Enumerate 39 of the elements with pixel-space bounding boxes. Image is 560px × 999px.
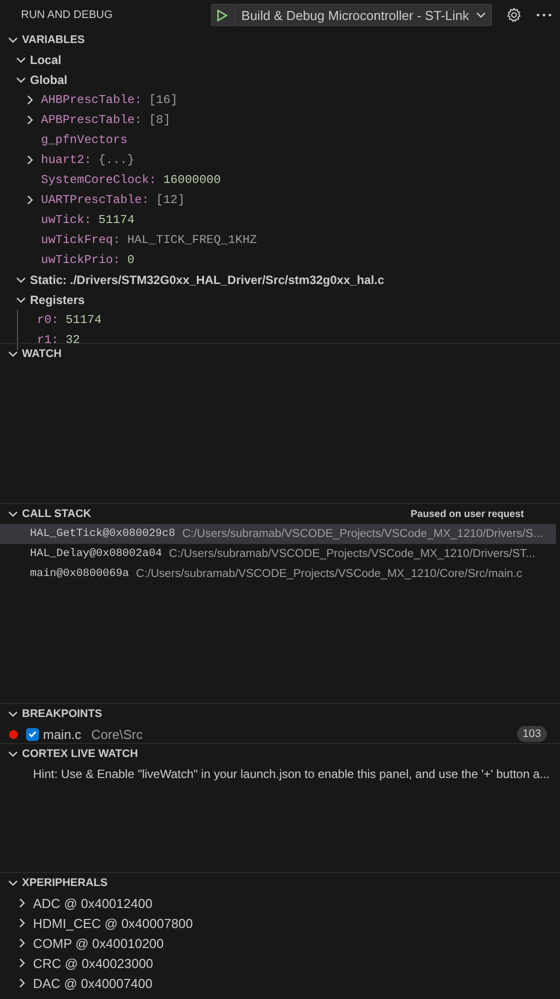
section-header[interactable]: XPERIPHERALS [0,873,560,893]
variable-item[interactable]: UARTPrescTable: [12] [0,190,560,210]
variable-item[interactable]: g_pfnVectors [0,130,560,150]
section-header[interactable]: VARIABLES [0,30,560,50]
stack-frame[interactable]: main@0x0800069a C:/Users/subramab/VSCODE_Projects/VSCode_MX_1210/Core/Src/main.c [0,564,556,584]
hint-text: Hint: Use & Enable "liveWatch" in your launch.json to enable this panel, and use the '+' button a... [32,766,551,783]
variable-item[interactable]: APBPrescTable: [8] [0,110,560,130]
play-icon [216,8,228,22]
variable-item[interactable]: SystemCoreClock: 16000000 [0,170,560,190]
scope-item[interactable]: Static: ./Drivers/STM32G0xx_HAL_Driver/Src/stm32g0xx_hal.c [0,270,560,290]
section-header[interactable]: CALL STACK [6,507,92,521]
variable-item[interactable]: huart2: {...} [0,150,560,170]
more-icon[interactable] [536,13,552,17]
scope-item[interactable]: Registers [0,290,560,310]
peripheral-item[interactable]: ADC @ 0x40012400 [0,893,560,913]
scope-item[interactable]: Global [0,70,560,90]
scope-item[interactable]: Local [0,50,560,70]
breakpoint-checkbox[interactable] [26,728,39,740]
launch-config-dropdown[interactable]: Build & Debug Microcontroller - ST-Link [211,4,492,26]
peripheral-item[interactable]: COMP @ 0x40010200 [0,933,560,953]
debug-status: Paused on user request [410,508,524,520]
panel-title: RUN AND DEBUG [21,9,114,21]
peripheral-item[interactable]: HDMI_CEC @ 0x40007800 [0,913,560,933]
variable-item[interactable]: uwTickPrio: 0 [0,250,560,270]
section-header[interactable]: BREAKPOINTS [0,704,560,724]
peripheral-item[interactable]: DAC @ 0x40007400 [0,973,560,993]
stack-frame[interactable]: HAL_Delay@0x08002a04 C:/Users/subramab/VSCODE_Projects/VSCode_MX_1210/Drivers/ST... [0,544,556,564]
variable-item[interactable]: uwTickFreq: HAL_TICK_FREQ_1KHZ [0,230,560,250]
breakpoint-folder: Core\Src [91,726,144,742]
variable-item[interactable]: r0: 51174 [18,310,560,330]
variable-item[interactable]: uwTick: 51174 [0,210,560,230]
section-header[interactable]: CORTEX LIVE WATCH [0,744,560,764]
variable-item[interactable]: AHBPrescTable: [16] [0,90,560,110]
stack-frame[interactable]: HAL_GetTick@0x080029c8 C:/Users/subramab/VSCODE_Projects/VSCode_MX_1210/Drivers/S... [0,524,556,544]
line-number-badge: 103 [516,726,547,742]
breakpoint-dot-icon [9,730,18,738]
settings-icon[interactable] [506,7,522,23]
breakpoint-file[interactable]: main.c [43,726,82,742]
peripheral-item[interactable]: CRC @ 0x40023000 [0,953,560,973]
